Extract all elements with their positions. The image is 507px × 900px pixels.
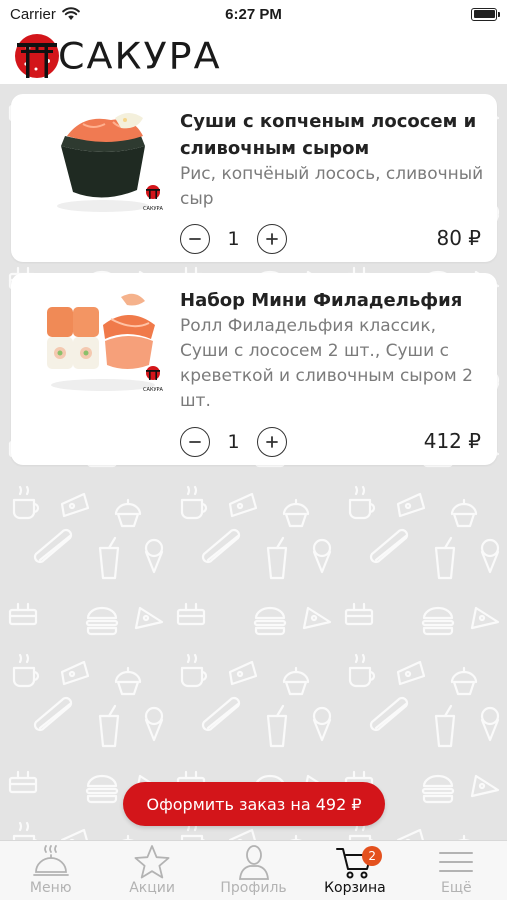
tab-label: Акции [129, 880, 175, 896]
cart-item-card: САКУРА Набор Мини Филадельфия Ролл Филад… [11, 273, 497, 465]
quantity-stepper: 1 [180, 427, 287, 457]
tab-cart[interactable]: 2 Корзина [304, 841, 405, 900]
sakura-logo-icon [15, 34, 59, 78]
minus-icon [189, 238, 201, 240]
cart-item-price: 412 ₽ [423, 429, 481, 453]
logo-text: САКУРА [58, 35, 222, 77]
person-icon [238, 845, 269, 880]
cart-item-card: САКУРА Суши с копченым лососем и сливочн… [11, 94, 497, 262]
plus-icon [266, 436, 278, 448]
carrier-label: Carrier [10, 5, 56, 23]
brand-mark: САКУРА [143, 206, 164, 212]
wifi-icon [62, 7, 80, 20]
smoked-salmon-sushi-image: САКУРА [57, 113, 164, 212]
tab-label: Корзина [324, 880, 386, 896]
decrease-quantity-button[interactable] [180, 224, 210, 254]
philadelphia-mini-set-image: САКУРА [47, 293, 164, 393]
brand-mark: САКУРА [143, 387, 164, 393]
checkout-button[interactable]: Оформить заказ на 492 ₽ [123, 782, 385, 826]
tab-label: Ещё [441, 880, 472, 896]
tab-label: Профиль [220, 880, 287, 896]
app-header: САКУРА [0, 28, 507, 84]
cart-count-badge: 2 [362, 846, 383, 866]
decrease-quantity-button[interactable] [180, 427, 210, 457]
cloche-icon [32, 845, 69, 876]
increase-quantity-button[interactable] [257, 224, 287, 254]
quantity-value: 1 [227, 431, 240, 453]
status-bar: Carrier 6:27 PM [0, 0, 507, 28]
cart-item-price: 80 ₽ [436, 226, 481, 250]
plus-icon [266, 233, 278, 245]
cart-item-description: Рис, копчёный лосось, сливочный сыр [180, 164, 484, 209]
tab-menu[interactable]: Меню [0, 841, 101, 900]
tab-label: Меню [29, 880, 72, 896]
cart-item-description: Ролл Филадельфия классик, Суши с лососем… [180, 316, 473, 411]
quantity-value: 1 [227, 228, 240, 250]
minus-icon [189, 441, 201, 443]
tab-more[interactable]: Ещё [406, 841, 507, 900]
star-icon [134, 845, 170, 879]
status-left: Carrier [10, 6, 80, 23]
tab-profile[interactable]: Профиль [203, 841, 304, 900]
battery-icon [471, 7, 500, 21]
tab-bar: Меню Акции Профиль 2 Корзина Ещё [0, 840, 507, 900]
increase-quantity-button[interactable] [257, 427, 287, 457]
menu-icon [439, 852, 474, 872]
tab-promotions[interactable]: Акции [101, 841, 202, 900]
cart-item-title: Суши с копченым лососем и сливочным сыро… [180, 111, 477, 159]
quantity-stepper: 1 [180, 224, 287, 254]
cart-item-title: Набор Мини Филадельфия [180, 290, 463, 311]
cart-content[interactable]: САКУРА Суши с копченым лососем и сливочн… [0, 84, 507, 840]
